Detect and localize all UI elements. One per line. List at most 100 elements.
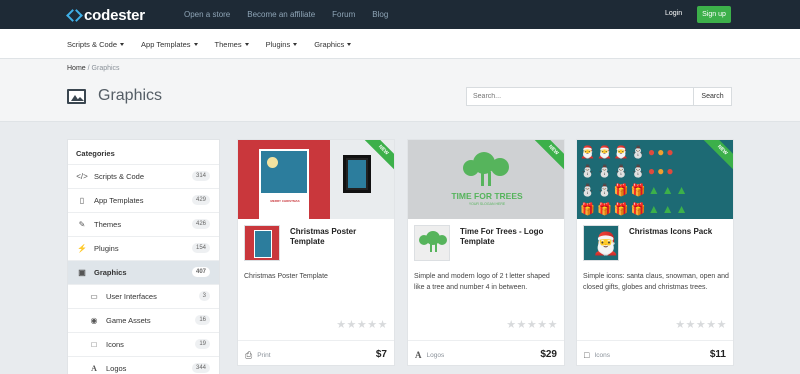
product-icon: 🎅 bbox=[583, 225, 619, 261]
rating-stars: ★★★★★ bbox=[336, 319, 388, 331]
product-category[interactable]: Logos bbox=[427, 352, 445, 359]
signup-button[interactable]: Sign up bbox=[697, 6, 731, 23]
search-input[interactable] bbox=[466, 87, 694, 106]
product-category[interactable]: Icons bbox=[594, 352, 610, 359]
catnav-app-templates[interactable]: App Templates bbox=[141, 40, 198, 49]
image-icon bbox=[67, 88, 86, 104]
sidebar-heading: Categories bbox=[68, 140, 219, 165]
sidebar-item-label: App Templates bbox=[94, 196, 144, 205]
logo-text: codester bbox=[84, 7, 145, 24]
catnav-themes[interactable]: Themes bbox=[215, 40, 249, 49]
sidebar-item-label: Themes bbox=[94, 220, 122, 229]
product-thumbnail[interactable]: 🎅 🎅 🎅 ⛄ ● ● ● ⛄ ⛄ ⛄ ⛄ ● ● ● ⛄ ⛄ 🎁 🎁 ▲ ▲ ▲ 🎁 🎁 🎁 🎁 ▲ ▲ ▲ NEW bbox=[577, 140, 733, 219]
catnav-graphics[interactable]: Graphics bbox=[314, 40, 352, 49]
logo-slogan: YOUR SLOGAN HERE bbox=[468, 202, 506, 206]
chevron-down-icon bbox=[347, 43, 352, 46]
nav-affiliate[interactable]: Become an affiliate bbox=[247, 10, 315, 19]
sidebar-item-user-interfaces[interactable]: ▭ User Interfaces 3 bbox=[68, 285, 219, 309]
product-price: $11 bbox=[709, 349, 726, 360]
plug-icon: ⚡ bbox=[77, 244, 87, 253]
catnav-label: App Templates bbox=[141, 40, 191, 49]
sidebar-item-themes[interactable]: ✎ Themes 426 bbox=[68, 213, 219, 237]
sidebar-item-label: Icons bbox=[106, 340, 124, 349]
login-link[interactable]: Login bbox=[665, 10, 682, 17]
rating-stars: ★★★★★ bbox=[675, 319, 727, 331]
product-category[interactable]: Print bbox=[257, 352, 270, 359]
brush-icon: ✎ bbox=[78, 220, 86, 229]
product-title[interactable]: Time For Trees - Logo Template bbox=[460, 227, 560, 247]
printer-icon: ⎙ bbox=[245, 350, 253, 360]
sidebar-item-label: User Interfaces bbox=[106, 292, 157, 301]
letter-a-icon: A bbox=[91, 364, 97, 373]
poster-text: MERRY CHRISTMAS bbox=[270, 199, 300, 203]
sidebar-item-app-templates[interactable]: ▯ App Templates 429 bbox=[68, 189, 219, 213]
sidebar-item-logos[interactable]: A Logos 344 bbox=[68, 357, 219, 374]
logo-icon bbox=[67, 9, 80, 22]
sidebar-item-graphics[interactable]: ▣ Graphics 407 bbox=[68, 261, 219, 285]
product-footer: □ Icons $11 bbox=[577, 340, 733, 367]
poster-image: MERRY CHRISTMAS bbox=[259, 149, 309, 219]
chevron-down-icon bbox=[193, 43, 198, 46]
sidebar-item-game-assets[interactable]: ◉ Game Assets 16 bbox=[68, 309, 219, 333]
icon-row: ⛄ ⛄ 🎁 🎁 ▲ ▲ ▲ bbox=[580, 183, 688, 197]
catnav-scripts[interactable]: Scripts & Code bbox=[67, 40, 125, 49]
square-icon: □ bbox=[584, 350, 590, 360]
sidebar-item-label: Scripts & Code bbox=[94, 172, 145, 181]
product-thumbnail[interactable]: TIME FOR TREES YOUR SLOGAN HERE NEW bbox=[408, 140, 564, 219]
count-badge: 429 bbox=[191, 195, 210, 205]
breadcrumb: Home / Graphics bbox=[67, 65, 120, 72]
sidebar-item-label: Game Assets bbox=[106, 316, 151, 325]
count-badge: 3 bbox=[198, 291, 210, 301]
product-title[interactable]: Christmas Icons Pack bbox=[629, 227, 729, 237]
nav-blog[interactable]: Blog bbox=[372, 10, 388, 19]
sidebar-item-scripts[interactable]: </> Scripts & Code 314 bbox=[68, 165, 219, 189]
breadcrumb-home[interactable]: Home bbox=[67, 65, 86, 72]
product-description: Simple and modern logo of 2 t letter sha… bbox=[414, 273, 550, 291]
frame-image bbox=[343, 155, 371, 193]
catnav-label: Scripts & Code bbox=[67, 40, 118, 49]
count-badge: 407 bbox=[191, 267, 210, 277]
breadcrumb-separator: / bbox=[87, 65, 90, 72]
sidebar-item-label: Logos bbox=[106, 364, 127, 373]
rating-stars: ★★★★★ bbox=[506, 319, 558, 331]
code-icon: </> bbox=[76, 172, 88, 181]
product-card[interactable]: MERRY CHRISTMAS NEW Christmas Poster Tem… bbox=[237, 139, 395, 366]
count-badge: 314 bbox=[191, 171, 210, 181]
product-footer: A Logos $29 bbox=[408, 340, 564, 367]
sidebar-item-plugins[interactable]: ⚡ Plugins 154 bbox=[68, 237, 219, 261]
product-card[interactable]: TIME FOR TREES YOUR SLOGAN HERE NEW Time… bbox=[407, 139, 565, 366]
mobile-icon: ▯ bbox=[79, 196, 85, 205]
product-icon bbox=[414, 225, 450, 261]
chevron-down-icon bbox=[120, 43, 125, 46]
product-card[interactable]: 🎅 🎅 🎅 ⛄ ● ● ● ⛄ ⛄ ⛄ ⛄ ● ● ● ⛄ ⛄ 🎁 🎁 ▲ ▲ ▲ 🎁 🎁 🎁 🎁 ▲ ▲ ▲ NEW 🎅 Ch… bbox=[576, 139, 734, 366]
count-badge: 154 bbox=[191, 243, 210, 253]
letter-a-icon: A bbox=[415, 350, 422, 360]
gamepad-icon: ◉ bbox=[90, 316, 98, 325]
tree-logo-graphic bbox=[461, 152, 511, 186]
search-button[interactable]: Search bbox=[694, 87, 732, 106]
catnav-plugins[interactable]: Plugins bbox=[266, 40, 298, 49]
categories-sidebar: Categories </> Scripts & Code 314 ▯ App … bbox=[67, 139, 220, 374]
product-icon bbox=[244, 225, 280, 261]
chevron-down-icon bbox=[244, 43, 249, 46]
catnav-label: Graphics bbox=[314, 40, 345, 49]
product-footer: ⎙ Print $7 bbox=[238, 340, 394, 367]
image-icon: ▣ bbox=[78, 268, 86, 277]
product-price: $29 bbox=[540, 349, 557, 360]
product-title[interactable]: Christmas Poster Template bbox=[290, 227, 390, 247]
count-badge: 344 bbox=[191, 363, 210, 373]
new-badge: NEW bbox=[532, 140, 564, 171]
chevron-down-icon bbox=[293, 43, 298, 46]
nav-open-store[interactable]: Open a store bbox=[184, 10, 230, 19]
count-badge: 16 bbox=[195, 315, 210, 325]
sidebar-item-label: Plugins bbox=[94, 244, 119, 253]
sidebar-item-icons[interactable]: □ Icons 19 bbox=[68, 333, 219, 357]
product-description: Simple icons: santa claus, snowman, open… bbox=[583, 273, 729, 291]
square-icon: □ bbox=[91, 340, 97, 349]
nav-forum[interactable]: Forum bbox=[332, 10, 355, 19]
product-thumbnail[interactable]: MERRY CHRISTMAS NEW bbox=[238, 140, 394, 219]
page-title: Graphics bbox=[98, 87, 163, 104]
codester-logo[interactable]: codester bbox=[67, 7, 145, 24]
monitor-icon: ▭ bbox=[90, 292, 98, 301]
top-nav-links: Open a store Become an affiliate Forum B… bbox=[184, 10, 388, 19]
